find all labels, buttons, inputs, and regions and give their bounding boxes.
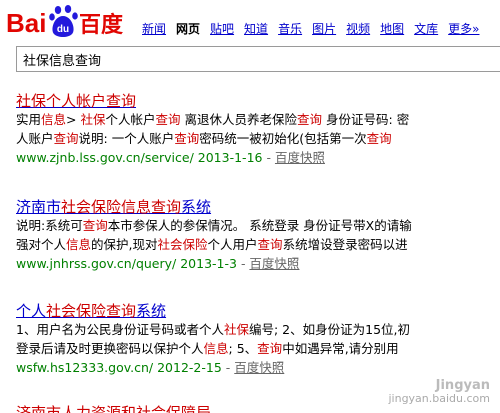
text-segment: 说明:系统可 <box>16 218 83 233</box>
result-item: 济南市社会保险信息查询系统 说明:系统可查询本市参保人的参保情况。 系统登录 身… <box>16 198 500 273</box>
text-segment: 本市参保人的参保情况。 系统登录 身份证号带X的请输 <box>107 218 412 233</box>
keyword-highlight: 信息 <box>41 112 67 127</box>
nav-item-web: 网页 <box>176 22 201 36</box>
keyword-highlight: 社保个人帐户查询 <box>16 92 137 110</box>
result-snippet-line-1: 说明:系统可查询本市参保人的参保情况。 系统登录 身份证号带X的请输 <box>16 216 500 235</box>
result-item: 济南市人力资源和社会保障局 <box>16 404 500 413</box>
paw-icon: du <box>49 5 78 37</box>
result-url: www.jnhrss.gov.cn/query/ 2013-1-3 <box>16 256 237 271</box>
keyword-highlight: 查询 <box>257 237 283 252</box>
result-title-link[interactable]: 个人社会保险查询系统 <box>16 302 500 320</box>
keyword-highlight: 信息 <box>66 237 92 252</box>
keyword-highlight: 查询 <box>257 341 283 356</box>
search-box <box>16 46 500 72</box>
text-segment: 系统 <box>181 198 212 216</box>
text-segment: 个人帐户 <box>105 112 156 127</box>
result-url: www.zjnb.lss.gov.cn/service/ 2013-1-16 <box>16 150 263 165</box>
text-segment: 人账户 <box>16 131 54 146</box>
nav-item-music[interactable]: 音乐 <box>278 20 302 36</box>
cache-snapshot-link[interactable]: 百度快照 <box>249 256 299 271</box>
result-snippet-line-2: 人账户查询说明: 一个人账户查询密码统一被初始化(包括第一次查询 <box>16 129 500 148</box>
text-segment: 登录后请及时更换密码以保护个人 <box>16 341 204 356</box>
nav-item-wenku[interactable]: 文库 <box>414 20 438 36</box>
text-segment: 说明: 一个人账户 <box>78 131 175 146</box>
keyword-highlight: 查询 <box>53 131 79 146</box>
cache-snapshot-link[interactable]: 百度快照 <box>234 360 284 375</box>
result-title-link[interactable]: 济南市社会保险信息查询系统 <box>16 198 500 216</box>
logo-text-right: 百度 <box>79 12 124 38</box>
top-nav: 新闻 网页 贴吧 知道 音乐 图片 视频 地图 文库 更多» <box>142 20 479 36</box>
result-title-link[interactable]: 社保个人帐户查询 <box>16 92 500 110</box>
watermark: Jingyan jingyan.baidu.com <box>388 379 490 405</box>
watermark-site: jingyan.baidu.com <box>388 392 490 405</box>
search-input[interactable] <box>17 47 500 71</box>
result-snippet-line-2: 强对个人信息的保护,现对社会保险个人用户查询系统增设登录密码以进 <box>16 235 500 254</box>
text-segment: 强对个人 <box>16 237 67 252</box>
keyword-highlight: 信息 <box>203 341 229 356</box>
result-url: wsfw.hs12333.gov.cn/ 2012-2-15 <box>16 360 222 375</box>
keyword-highlight: 查询 <box>155 112 181 127</box>
text-segment: 实用 <box>16 112 42 127</box>
nav-item-more[interactable]: 更多» <box>448 20 479 36</box>
result-title-link[interactable]: 济南市人力资源和社会保障局 <box>16 404 500 413</box>
cache-snapshot-link[interactable]: 百度快照 <box>275 150 325 165</box>
result-url-line: www.jnhrss.gov.cn/query/ 2013-1-3 - 百度快照 <box>16 256 300 271</box>
keyword-highlight: 查询 <box>297 112 323 127</box>
text-segment: 离退休人员养老保险 <box>180 112 298 127</box>
result-snippet-line-1: 实用信息> 社保个人帐户查询 离退休人员养老保险查询 身份证号码: 密 <box>16 110 500 129</box>
nav-item-images[interactable]: 图片 <box>312 20 336 36</box>
keyword-highlight: 查询 <box>82 218 108 233</box>
logo-paw-text: du <box>57 24 69 35</box>
text-segment: 身份证号码: 密 <box>322 112 410 127</box>
text-segment: 个人 <box>16 302 47 320</box>
result-item: 个人社会保险查询系统 1、用户名为公民身份证号码或者个人社保编号; 2、如身份证… <box>16 302 500 377</box>
nav-item-video[interactable]: 视频 <box>346 20 370 36</box>
keyword-highlight: 查询 <box>174 131 200 146</box>
text-segment: 个人用户 <box>207 237 258 252</box>
result-url-line: www.zjnb.lss.gov.cn/service/ 2013-1-16 -… <box>16 150 325 165</box>
text-segment: > <box>66 112 81 127</box>
keyword-highlight: 社会保险信息查询 <box>61 198 182 216</box>
text-segment: 中如遇异常,请分别用 <box>282 341 399 356</box>
text-segment: 系统增设登录密码以进 <box>282 237 408 252</box>
keyword-highlight: 社会保险查询 <box>46 302 137 320</box>
keyword-highlight: 社保 <box>223 322 249 337</box>
result-snippet-line-2: 登录后请及时更换密码以保护个人信息; 5、查询中如遇异常,请分别用 <box>16 339 500 358</box>
result-item: 社保个人帐户查询 实用信息> 社保个人帐户查询 离退休人员养老保险查询 身份证号… <box>16 92 500 167</box>
text-segment: 编号; 2、如身份证为15位,初 <box>248 322 411 337</box>
keyword-highlight: 社保 <box>80 112 106 127</box>
text-segment: 密码统一被初始化(包括第一次 <box>199 131 367 146</box>
header: Bai du 百度 新闻 网页 贴吧 知道 音乐 图片 视频 地图 文库 更多» <box>0 0 500 42</box>
nav-item-news[interactable]: 新闻 <box>142 20 166 36</box>
keyword-highlight: 查询 <box>366 131 392 146</box>
nav-item-tieba[interactable]: 贴吧 <box>210 20 234 36</box>
keyword-highlight: 济南市人力资源和社会保障局 <box>16 404 212 413</box>
baidu-logo[interactable]: Bai du 百度 <box>6 4 136 40</box>
result-snippet-line-1: 1、用户名为公民身份证号码或者个人社保编号; 2、如身份证为15位,初 <box>16 320 500 339</box>
nav-item-map[interactable]: 地图 <box>380 20 404 36</box>
watermark-brand: Jingyan <box>435 378 490 393</box>
text-segment: ; 5、 <box>228 341 258 356</box>
text-segment: 系统 <box>136 302 167 320</box>
text-segment: 1、用户名为公民身份证号码或者个人 <box>16 322 224 337</box>
logo-text-left: Bai <box>6 8 46 38</box>
keyword-highlight: 社会保险 <box>157 237 208 252</box>
text-segment: 的保护,现对 <box>91 237 158 252</box>
nav-item-zhidao[interactable]: 知道 <box>244 20 268 36</box>
text-segment: 济南市 <box>16 198 62 216</box>
result-url-line: wsfw.hs12333.gov.cn/ 2012-2-15 - 百度快照 <box>16 360 285 375</box>
